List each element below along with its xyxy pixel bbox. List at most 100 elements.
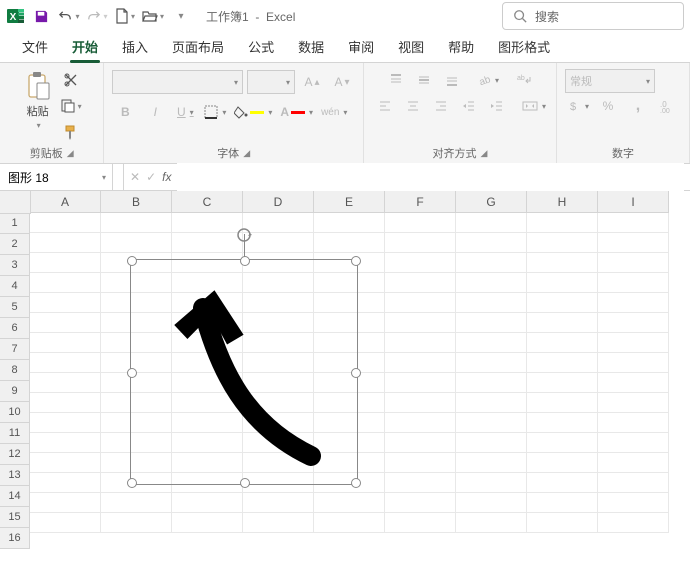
cell-A13[interactable] (30, 453, 101, 473)
formula-input[interactable] (177, 163, 684, 191)
phonetic-button[interactable]: wén▾ (319, 101, 349, 123)
cell-E16[interactable] (314, 513, 385, 533)
percent-button[interactable]: % (595, 95, 621, 117)
cell-H16[interactable] (527, 513, 598, 533)
row-header-7[interactable]: 7 (0, 339, 30, 360)
cell-H9[interactable] (527, 373, 598, 393)
cell-I15[interactable] (598, 493, 669, 513)
cell-C16[interactable] (172, 513, 243, 533)
curved-arrow-shape[interactable] (131, 260, 357, 484)
select-all-corner[interactable] (0, 191, 31, 214)
cell-F9[interactable] (385, 373, 456, 393)
row-header-1[interactable]: 1 (0, 213, 30, 234)
cell-F14[interactable] (385, 473, 456, 493)
align-center-button[interactable] (400, 95, 426, 117)
tab-page-layout[interactable]: 页面布局 (160, 31, 236, 62)
row-header-14[interactable]: 14 (0, 486, 30, 507)
increase-decimal-button[interactable]: .0.00 (655, 95, 681, 117)
cell-F7[interactable] (385, 333, 456, 353)
wrap-text-button[interactable]: ab (511, 69, 537, 91)
cell-F13[interactable] (385, 453, 456, 473)
cell-A5[interactable] (30, 293, 101, 313)
qat-customize-button[interactable]: ▾ (168, 3, 194, 29)
cell-F3[interactable] (385, 253, 456, 273)
save-button[interactable] (28, 3, 54, 29)
column-header-F[interactable]: F (385, 191, 456, 213)
alignment-dialog-launcher[interactable]: ◢ (481, 148, 488, 159)
cell-I2[interactable] (598, 233, 669, 253)
align-left-button[interactable] (372, 95, 398, 117)
row-header-2[interactable]: 2 (0, 234, 30, 255)
name-box[interactable]: ▾ (0, 164, 113, 190)
cell-F4[interactable] (385, 273, 456, 293)
cell-I3[interactable] (598, 253, 669, 273)
cell-G13[interactable] (456, 453, 527, 473)
cell-A16[interactable] (30, 513, 101, 533)
cell-E15[interactable] (314, 493, 385, 513)
clipboard-dialog-launcher[interactable]: ◢ (67, 148, 74, 159)
row-header-16[interactable]: 16 (0, 528, 30, 549)
cell-F2[interactable] (385, 233, 456, 253)
font-name-combo[interactable]: ▾ (112, 70, 243, 94)
cell-I7[interactable] (598, 333, 669, 353)
row-header-12[interactable]: 12 (0, 444, 30, 465)
column-header-A[interactable]: A (30, 191, 101, 213)
decrease-font-button[interactable]: A▾ (329, 71, 355, 93)
cell-I16[interactable] (598, 513, 669, 533)
cell-G11[interactable] (456, 413, 527, 433)
cell-H8[interactable] (527, 353, 598, 373)
row-header-9[interactable]: 9 (0, 381, 30, 402)
cell-E1[interactable] (314, 213, 385, 233)
cell-I14[interactable] (598, 473, 669, 493)
column-header-I[interactable]: I (598, 191, 669, 213)
name-box-input[interactable] (6, 169, 80, 185)
align-bottom-button[interactable] (439, 69, 465, 91)
cell-F12[interactable] (385, 433, 456, 453)
increase-indent-button[interactable] (484, 95, 510, 117)
font-color-button[interactable]: A▾ (278, 101, 315, 123)
row-header-10[interactable]: 10 (0, 402, 30, 423)
number-format-combo[interactable]: 常规▾ (565, 69, 655, 93)
cell-I1[interactable] (598, 213, 669, 233)
tab-view[interactable]: 视图 (386, 31, 436, 62)
cell-E2[interactable] (314, 233, 385, 253)
cell-I6[interactable] (598, 313, 669, 333)
cell-G2[interactable] (456, 233, 527, 253)
row-header-3[interactable]: 3 (0, 255, 30, 276)
cell-A8[interactable] (30, 353, 101, 373)
cell-H1[interactable] (527, 213, 598, 233)
cell-C1[interactable] (172, 213, 243, 233)
increase-font-button[interactable]: A▴ (299, 71, 325, 93)
cell-A2[interactable] (30, 233, 101, 253)
merge-center-button[interactable]: ▾ (520, 95, 548, 117)
cell-A9[interactable] (30, 373, 101, 393)
cell-H5[interactable] (527, 293, 598, 313)
cell-I13[interactable] (598, 453, 669, 473)
cell-H2[interactable] (527, 233, 598, 253)
tab-data[interactable]: 数据 (286, 31, 336, 62)
cell-G8[interactable] (456, 353, 527, 373)
cell-F15[interactable] (385, 493, 456, 513)
cell-F6[interactable] (385, 313, 456, 333)
cell-F10[interactable] (385, 393, 456, 413)
cell-G16[interactable] (456, 513, 527, 533)
fx-button[interactable]: fx (162, 170, 171, 184)
cell-H6[interactable] (527, 313, 598, 333)
orientation-button[interactable]: ab▾ (475, 69, 501, 91)
cell-I5[interactable] (598, 293, 669, 313)
rotation-handle[interactable] (235, 226, 253, 247)
cell-A12[interactable] (30, 433, 101, 453)
column-header-D[interactable]: D (243, 191, 314, 213)
column-header-G[interactable]: G (456, 191, 527, 213)
accounting-format-button[interactable]: $▾ (565, 95, 591, 117)
cell-D16[interactable] (243, 513, 314, 533)
cell-H4[interactable] (527, 273, 598, 293)
tab-review[interactable]: 审阅 (336, 31, 386, 62)
cell-I9[interactable] (598, 373, 669, 393)
cell-H12[interactable] (527, 433, 598, 453)
column-header-C[interactable]: C (172, 191, 243, 213)
cell-G7[interactable] (456, 333, 527, 353)
italic-button[interactable]: I (142, 101, 168, 123)
bold-button[interactable]: B (112, 101, 138, 123)
cell-A7[interactable] (30, 333, 101, 353)
